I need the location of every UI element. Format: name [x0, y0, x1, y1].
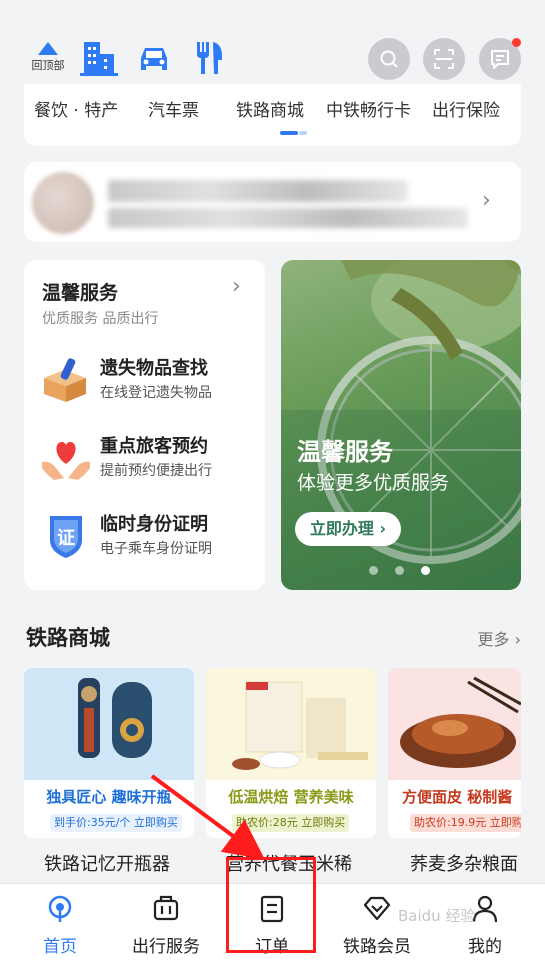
bottle-opener-image: [24, 668, 194, 780]
banner-title: 温馨服务: [297, 438, 393, 466]
product-slogan: 独具匠心 趣味开瓶: [46, 788, 172, 806]
product-slogan: 方便面皮 秘制酱: [402, 788, 513, 806]
service-name: 重点旅客预约: [100, 436, 208, 457]
product-slogan: 低温烘焙 营养美味: [228, 788, 354, 806]
blurred-text: [108, 208, 468, 228]
banner-subtitle: 体验更多优质服务: [297, 472, 450, 494]
carousel-dot[interactable]: [395, 566, 404, 575]
tab-indicator: [280, 131, 298, 135]
product-price-tag[interactable]: 助农价:19.9元 立即购买: [410, 814, 521, 832]
product-name[interactable]: 荞麦多杂粮面: [410, 850, 518, 876]
tab-bus-ticket[interactable]: 汽车票: [148, 96, 199, 121]
back-to-top-button[interactable]: 回顶部: [26, 42, 70, 73]
product-name[interactable]: 铁路记忆开瓶器: [44, 850, 170, 876]
up-triangle-icon: [38, 42, 58, 55]
warm-service-subtitle: 优质服务 品质出行: [42, 311, 159, 327]
carousel-dot[interactable]: [369, 566, 378, 575]
nav-travel-services[interactable]: 出行服务: [121, 892, 211, 957]
mall-section-title: 铁路商城: [26, 626, 110, 650]
diamond-icon: [363, 896, 391, 921]
chevron-right-icon: ›: [514, 630, 521, 649]
heart-hands-icon: [42, 442, 90, 480]
car-icon[interactable]: [136, 44, 172, 74]
service-desc: 在线登记遗失物品: [100, 385, 212, 401]
service-name: 遗失物品查找: [100, 358, 208, 379]
service-name: 临时身份证明: [100, 514, 208, 535]
nav-travel-services-label: 出行服务: [132, 937, 200, 957]
search-button[interactable]: [368, 38, 410, 80]
message-icon: [491, 50, 509, 69]
service-temp-id[interactable]: 证 临时身份证明 电子乘车身份证明: [40, 508, 265, 568]
nav-home-label: 首页: [43, 937, 77, 957]
building-icon[interactable]: [80, 40, 118, 76]
scan-icon: [434, 49, 454, 69]
service-tabs-card: 餐饮 · 特产 汽车票 铁路商城 中铁畅行卡 出行保险: [24, 84, 521, 146]
message-button[interactable]: [479, 38, 521, 80]
product-card[interactable]: 独具匠心 趣味开瓶 到手价:35元/个 立即购买: [24, 668, 194, 838]
corn-porridge-image: [206, 668, 376, 780]
back-to-top-label: 回顶部: [31, 59, 65, 72]
chevron-right-icon[interactable]: ›: [232, 274, 241, 299]
search-icon: [380, 50, 398, 68]
lost-box-icon: [44, 358, 86, 402]
chevron-right-icon: ›: [379, 519, 387, 538]
tab-food[interactable]: 餐饮 · 特产: [34, 96, 118, 121]
service-desc: 电子乘车身份证明: [100, 541, 212, 557]
more-label: 更多: [477, 630, 510, 649]
blurred-avatar: [32, 172, 94, 234]
service-priority-booking[interactable]: 重点旅客预约 提前预约便捷出行: [40, 430, 265, 490]
id-shield-icon: 证: [50, 516, 82, 558]
warm-service-card[interactable]: 温馨服务 › 优质服务 品质出行 遗失物品查找 在线登记遗失物品 重点旅客预约 …: [24, 260, 265, 590]
luggage-icon: [153, 895, 179, 921]
tab-railway-mall[interactable]: 铁路商城: [236, 96, 304, 121]
apply-now-label: 立即办理: [309, 519, 374, 538]
unread-dot: [512, 38, 521, 47]
apply-now-button[interactable]: 立即办理 ›: [295, 512, 401, 546]
home-icon: [48, 895, 72, 922]
nav-home[interactable]: 首页: [15, 892, 105, 957]
scan-button[interactable]: [423, 38, 465, 80]
svg-text:证: 证: [57, 528, 75, 549]
blurred-text: [108, 180, 408, 202]
nav-railway-member-label: 铁路会员: [343, 937, 411, 957]
service-desc: 提前预约便捷出行: [100, 463, 212, 479]
warm-service-title: 温馨服务: [42, 282, 119, 304]
carousel-dot-active[interactable]: [421, 566, 430, 575]
tab-indicator-secondary: [299, 131, 307, 135]
annotation-highlight-box: [226, 857, 316, 953]
nav-me-label: 我的: [468, 937, 502, 957]
buckwheat-noodle-image: [388, 668, 521, 780]
tab-travel-card[interactable]: 中铁畅行卡: [326, 96, 411, 121]
product-card[interactable]: 低温烘焙 营养美味 助农价:28元 立即购买: [206, 668, 376, 838]
service-lost-items[interactable]: 遗失物品查找 在线登记遗失物品: [40, 352, 265, 412]
top-toolbar: 回顶部: [0, 0, 545, 95]
chevron-right-icon: ›: [482, 188, 491, 213]
baidu-watermark: Baidu 经验: [398, 907, 476, 925]
notice-card[interactable]: ›: [24, 162, 521, 242]
product-price-tag[interactable]: 助农价:28元 立即购买: [232, 814, 350, 832]
fork-knife-icon[interactable]: [194, 40, 224, 76]
product-card[interactable]: 方便面皮 秘制酱 助农价:19.9元 立即购买: [388, 668, 521, 838]
product-price-tag[interactable]: 到手价:35元/个 立即购买: [50, 814, 182, 832]
tab-travel-insurance[interactable]: 出行保险: [432, 96, 500, 121]
more-link[interactable]: 更多 ›: [477, 626, 521, 650]
warm-service-banner[interactable]: 温馨服务 体验更多优质服务 立即办理 ›: [281, 260, 521, 590]
